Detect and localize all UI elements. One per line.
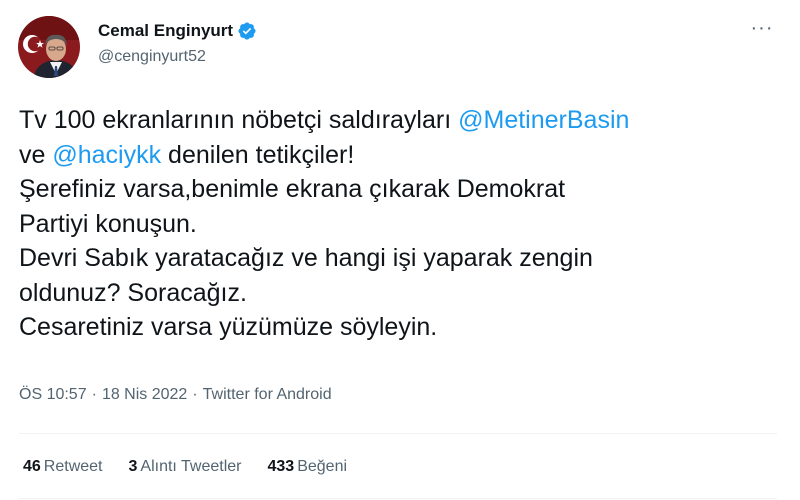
divider: [19, 498, 777, 499]
tweet-card: Cemal Enginyurt @cenginyurt52 ··· Tv 100…: [0, 0, 800, 500]
tweet-text-line: oldunuz? Soracağız.: [19, 278, 247, 307]
retweets-stat[interactable]: 46 Retweet: [23, 458, 103, 476]
tweet-text-line: ve @haciykk denilen tetikçiler!: [19, 140, 355, 169]
divider: [19, 433, 777, 434]
tweet-metadata: ÖS 10:57 · 18 Nis 2022 · Twitter for And…: [19, 386, 332, 404]
likes-stat[interactable]: 433 Beğeni: [268, 458, 348, 476]
author-display-name[interactable]: Cemal Enginyurt: [98, 21, 233, 41]
meta-separator: ·: [192, 386, 198, 403]
avatar[interactable]: [18, 16, 80, 78]
tweet-date[interactable]: 18 Nis 2022: [102, 386, 187, 404]
tweet-text-line: Şerefiniz varsa,benimle ekrana çıkarak D…: [19, 175, 566, 203]
tweet-source[interactable]: Twitter for Android: [203, 386, 332, 404]
tweet-text-line: Tv 100 ekranlarının nöbetçi saldırayları…: [19, 106, 630, 134]
mention-link[interactable]: @haciykk: [52, 141, 161, 169]
tweet-text-line: Cesaretiniz varsa yüzümüze söyleyin.: [19, 313, 438, 341]
quote-tweets-stat[interactable]: 3 Alıntı Tweetler: [129, 458, 242, 476]
author-handle[interactable]: @cenginyurt52: [98, 48, 206, 66]
avatar-photo: [18, 16, 80, 78]
engagement-stats: 46 Retweet 3 Alıntı Tweetler 433 Beğeni: [23, 458, 373, 476]
meta-separator: ·: [91, 386, 97, 403]
tweet-time[interactable]: ÖS 10:57: [19, 386, 87, 404]
more-options-button[interactable]: ···: [748, 17, 776, 44]
verified-badge-icon: [237, 21, 257, 41]
mention-link[interactable]: @MetinerBasin: [458, 106, 629, 134]
tweet-text-line: Devri Sabık yaratacağız ve hangi işi yap…: [19, 244, 593, 272]
tweet-text-line: Partiyi konuşun.: [19, 209, 197, 238]
author-name-row: Cemal Enginyurt: [98, 20, 257, 42]
tweet-text: Tv 100 ekranlarının nöbetçi saldırayları…: [19, 103, 779, 345]
more-horizontal-icon: ···: [750, 17, 774, 39]
